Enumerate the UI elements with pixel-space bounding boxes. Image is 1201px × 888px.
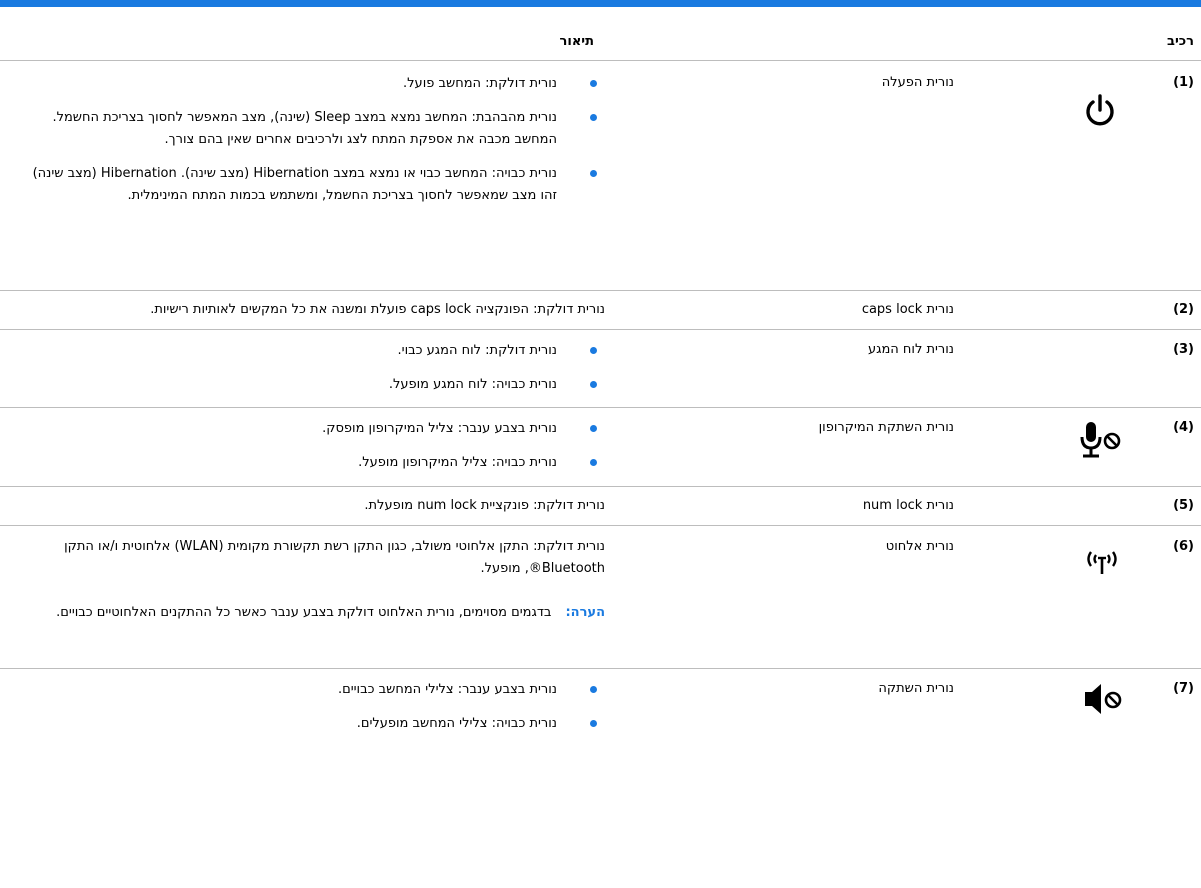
component-name: נורית הפעלה xyxy=(881,75,954,90)
table-row: (1) נורית הפעלה נורית דולקת: המחשב פועל.… xyxy=(0,61,1201,291)
row-number: (5) xyxy=(1173,498,1194,513)
description: נורית דולקת: לוח המגע כבוי. נורית כבויה:… xyxy=(15,340,605,396)
component-name: נורית אלחוט xyxy=(885,539,954,554)
table-header: רכיב תיאור xyxy=(0,7,1201,61)
component-name: נורית השתקת המיקרופון xyxy=(818,420,954,435)
description: נורית דולקת: פונקציית num lock מופעלת. xyxy=(364,498,605,513)
table-row: (5) נורית num lock נורית דולקת: פונקציית… xyxy=(0,487,1201,526)
component-name: נורית השתקה xyxy=(878,681,954,696)
power-icon xyxy=(1082,93,1118,133)
description-text: נורית דולקת: התקן אלחוטי משולב, כגון התק… xyxy=(64,539,605,576)
table-row: (3) נורית לוח המגע נורית דולקת: לוח המגע… xyxy=(0,330,1201,408)
row-number: (3) xyxy=(1173,342,1194,357)
note-label: הערה: xyxy=(565,605,605,620)
bullet-item: נורית מהבהבת: המחשב נמצא במצב Sleep (שינ… xyxy=(15,107,605,151)
row-number: (6) xyxy=(1173,539,1194,554)
row-number: (7) xyxy=(1173,681,1194,696)
component-name: נורית לוח המגע xyxy=(867,342,954,357)
description: נורית דולקת: התקן אלחוטי משולב, כגון התק… xyxy=(15,536,605,624)
bullet-item: נורית כבויה: המחשב כבוי או נמצא במצב Hib… xyxy=(15,163,605,207)
bullet-item: נורית דולקת: המחשב פועל. xyxy=(15,73,605,95)
table-row: (7) נורית השתקה נורית בצבע ענבר: צלילי ה… xyxy=(0,669,1201,749)
bullet-item: נורית בצבע ענבר: צליל המיקרופון מופסק. xyxy=(15,418,605,440)
components-table: רכיב תיאור (1) נורית הפעלה נורית דולקת: … xyxy=(0,7,1201,749)
wireless-icon xyxy=(1083,546,1121,582)
table-row: (6) נורית אלחוט נורית דולקת: התקן אלחוטי… xyxy=(0,526,1201,669)
component-name: נורית num lock xyxy=(862,498,954,513)
table-row: (4) נורית השתקת המיקרופון נורית בצבע ענב… xyxy=(0,408,1201,487)
description: נורית בצבע ענבר: צלילי המחשב כבויים. נור… xyxy=(15,679,605,735)
bullet-item: נורית דולקת: לוח המגע כבוי. xyxy=(15,340,605,362)
bullet-item: נורית כבויה: צליל המיקרופון מופעל. xyxy=(15,452,605,474)
top-accent-bar xyxy=(0,0,1201,7)
note-text: בדגמים מסוימים, נורית האלחוט דולקת בצבע … xyxy=(56,605,552,620)
header-component: רכיב xyxy=(1167,34,1194,49)
microphone-mute-icon xyxy=(1077,418,1125,466)
header-description: תיאור xyxy=(559,34,594,49)
component-name: נורית caps lock xyxy=(861,302,954,317)
speaker-mute-icon xyxy=(1082,681,1126,721)
description: נורית דולקת: המחשב פועל. נורית מהבהבת: ה… xyxy=(15,73,605,207)
note: הערה: בדגמים מסוימים, נורית האלחוט דולקת … xyxy=(15,602,605,624)
row-number: (4) xyxy=(1173,420,1194,435)
row-number: (1) xyxy=(1173,75,1194,90)
bullet-item: נורית כבויה: צלילי המחשב מופעלים. xyxy=(15,713,605,735)
table-row: (2) נורית caps lock נורית דולקת: הפונקצי… xyxy=(0,291,1201,330)
description: נורית דולקת: הפונקציה caps lock פועלת ומ… xyxy=(150,302,605,317)
row-number: (2) xyxy=(1173,302,1194,317)
description: נורית בצבע ענבר: צליל המיקרופון מופסק. נ… xyxy=(15,418,605,474)
bullet-item: נורית כבויה: לוח המגע מופעל. xyxy=(15,374,605,396)
bullet-item: נורית בצבע ענבר: צלילי המחשב כבויים. xyxy=(15,679,605,701)
